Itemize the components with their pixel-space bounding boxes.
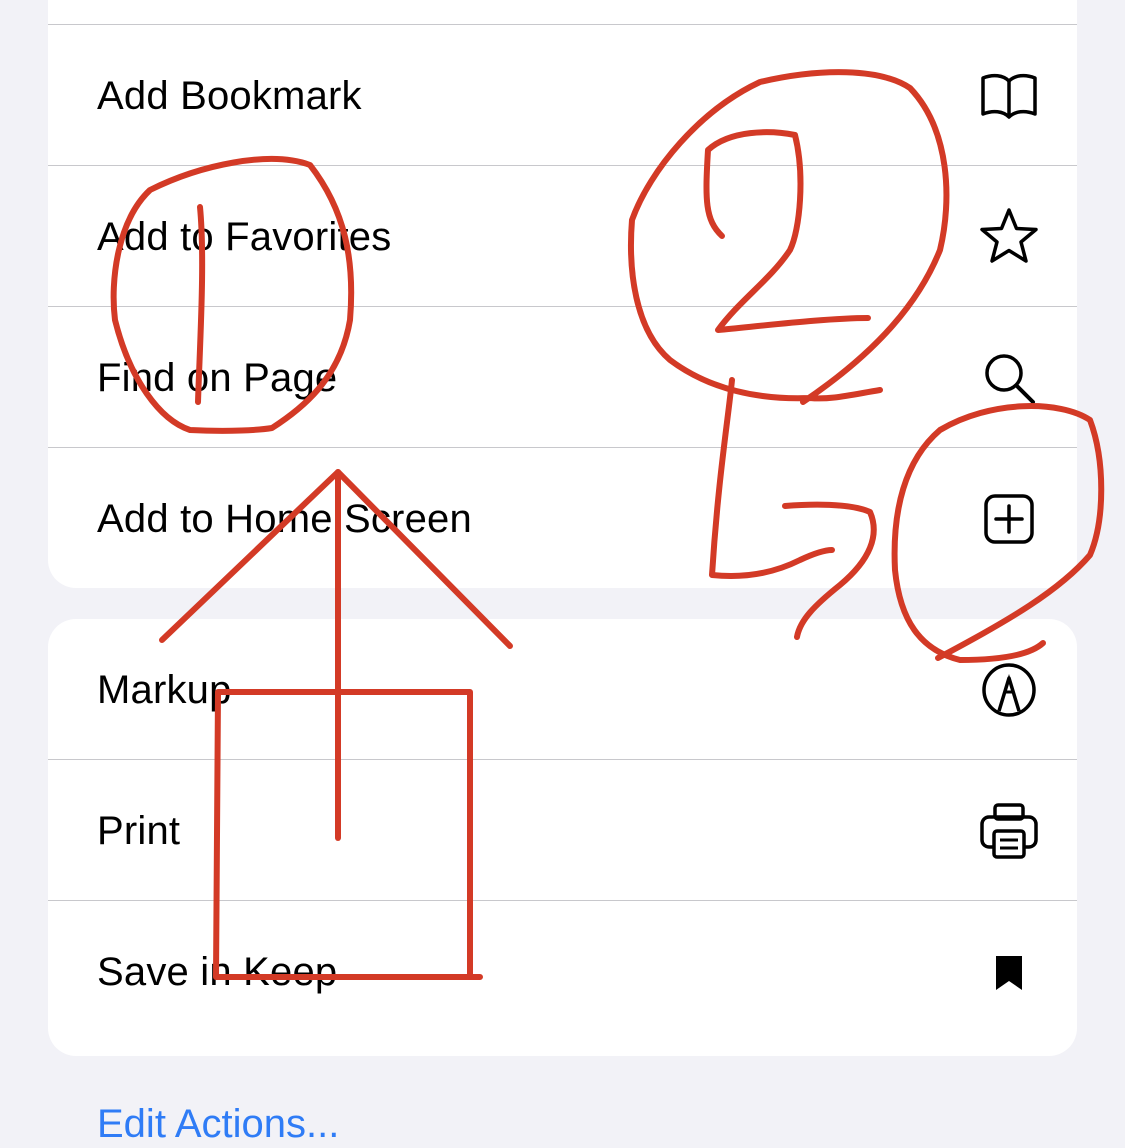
markup-label: Markup: [97, 667, 232, 712]
add-to-home-screen-label: Add to Home Screen: [97, 496, 472, 541]
markup-pen-icon: [977, 658, 1041, 722]
printer-icon: [977, 799, 1041, 863]
action-group-primary: Add Bookmark Add to Favorites Find on Pa…: [48, 0, 1077, 588]
add-bookmark-label: Add Bookmark: [97, 73, 362, 118]
find-on-page-label: Find on Page: [97, 355, 338, 400]
print-label: Print: [97, 808, 181, 853]
save-in-keep-label: Save in Keep: [97, 949, 338, 994]
bookmark-icon: [977, 940, 1041, 1004]
find-on-page-row[interactable]: Find on Page: [48, 307, 1077, 448]
markup-row[interactable]: Markup: [48, 619, 1077, 760]
add-to-favorites-label: Add to Favorites: [97, 214, 392, 259]
star-icon: [977, 205, 1041, 269]
save-in-keep-row[interactable]: Save in Keep: [48, 901, 1077, 1042]
add-square-icon: [977, 487, 1041, 551]
action-group-secondary: Markup Print Save in Keep: [48, 619, 1077, 1056]
book-icon: [977, 64, 1041, 128]
add-to-favorites-row[interactable]: Add to Favorites: [48, 166, 1077, 307]
search-icon: [977, 346, 1041, 410]
print-row[interactable]: Print: [48, 760, 1077, 901]
add-bookmark-row[interactable]: Add Bookmark: [48, 25, 1077, 166]
add-to-home-screen-row[interactable]: Add to Home Screen: [48, 448, 1077, 589]
edit-actions-link[interactable]: Edit Actions...: [97, 1100, 339, 1148]
